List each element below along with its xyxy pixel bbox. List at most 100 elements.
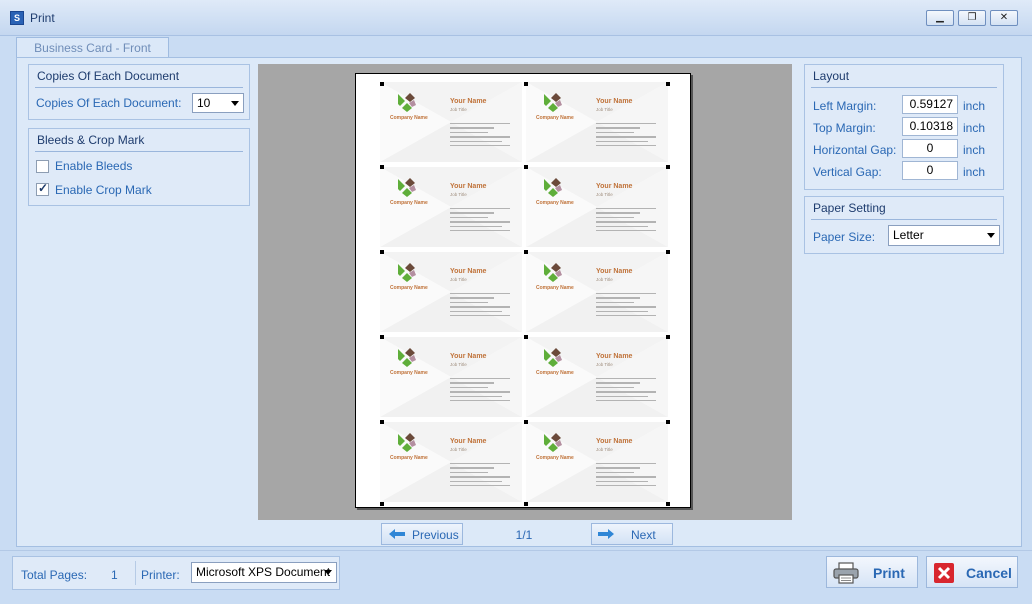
title-bar: S Print ▁ ❐ ✕ [0, 0, 1032, 36]
business-card-preview: Company Name Your Name Job Title [380, 252, 522, 332]
crop-mark [666, 250, 670, 254]
bleeds-group: Bleeds & Crop Mark Enable Bleeds Enable … [28, 128, 250, 206]
cancel-label: Cancel [966, 565, 1012, 581]
paper-size-select[interactable]: Letter [888, 225, 1000, 246]
crop-mark [380, 335, 384, 339]
crop-mark [524, 250, 528, 254]
chevron-down-icon [987, 233, 995, 238]
top-margin-input[interactable]: 0.10318 [902, 117, 958, 136]
crop-mark [524, 420, 528, 424]
card-job-title: Job Title [596, 192, 613, 197]
previous-button[interactable]: Previous [381, 523, 463, 545]
card-company-name: Company Name [390, 455, 428, 461]
company-logo-icon [544, 263, 562, 282]
company-logo-icon [398, 263, 416, 282]
card-contact-lines [450, 208, 510, 234]
arrow-left-icon [389, 529, 405, 539]
close-button[interactable]: ✕ [990, 10, 1018, 26]
card-company-name: Company Name [390, 115, 428, 121]
card-company-name: Company Name [536, 370, 574, 376]
total-pages-label: Total Pages: [21, 568, 88, 582]
divider [35, 151, 243, 152]
minimize-button[interactable]: ▁ [926, 10, 954, 26]
vertical-gap-input[interactable]: 0 [902, 161, 958, 180]
business-card-preview: Company Name Your Name Job Title [380, 422, 522, 502]
arrow-right-icon [598, 529, 614, 539]
company-logo-icon [544, 348, 562, 367]
printer-select[interactable]: Microsoft XPS Document [191, 562, 337, 583]
unit-label: inch [963, 121, 986, 135]
crop-mark [666, 335, 670, 339]
crop-mark [380, 420, 384, 424]
chevron-down-icon [231, 101, 239, 106]
crop-mark [666, 502, 670, 506]
copies-label: Copies Of Each Document: [36, 96, 182, 110]
total-pages-value: 1 [111, 568, 118, 582]
unit-label: inch [963, 99, 986, 113]
card-job-title: Job Title [450, 192, 467, 197]
business-card-preview: Company Name Your Name Job Title [526, 422, 668, 502]
card-name: Your Name [450, 268, 487, 275]
card-name: Your Name [596, 353, 633, 360]
chevron-down-icon [324, 570, 332, 575]
crop-mark [524, 82, 528, 86]
tab-business-card-front[interactable]: Business Card - Front [16, 37, 169, 58]
enable-bleeds-label[interactable]: Enable Bleeds [55, 159, 132, 173]
layout-group-title: Layout [813, 69, 850, 83]
enable-crop-mark-checkbox[interactable] [36, 181, 49, 196]
card-job-title: Job Title [450, 107, 467, 112]
print-button[interactable]: Print [826, 556, 918, 588]
previous-label: Previous [412, 528, 459, 542]
cancel-button[interactable]: Cancel [926, 556, 1018, 588]
cancel-icon [934, 563, 954, 583]
divider [811, 219, 997, 220]
business-card-preview: Company Name Your Name Job Title [526, 337, 668, 417]
business-card-preview: Company Name Your Name Job Title [380, 337, 522, 417]
left-margin-label: Left Margin: [813, 99, 877, 113]
horizontal-gap-input[interactable]: 0 [902, 139, 958, 158]
copies-select[interactable]: 10 [192, 93, 244, 113]
unit-label: inch [963, 165, 986, 179]
card-company-name: Company Name [390, 200, 428, 206]
card-contact-lines [596, 293, 656, 319]
card-contact-lines [450, 123, 510, 149]
card-job-title: Job Title [450, 277, 467, 282]
copies-group-title: Copies Of Each Document [37, 69, 180, 83]
next-button[interactable]: Next [591, 523, 673, 545]
crop-mark [524, 165, 528, 169]
divider [811, 87, 997, 88]
company-logo-icon [544, 93, 562, 112]
paper-size-label: Paper Size: [813, 230, 876, 244]
crop-mark [666, 82, 670, 86]
crop-mark [524, 502, 528, 506]
printer-value: Microsoft XPS Document [196, 565, 331, 579]
card-company-name: Company Name [536, 455, 574, 461]
restore-button[interactable]: ❐ [958, 10, 986, 26]
card-job-title: Job Title [450, 362, 467, 367]
page-indicator: 1/1 [515, 528, 533, 542]
card-contact-lines [450, 378, 510, 404]
card-company-name: Company Name [390, 370, 428, 376]
paper-setting-title: Paper Setting [813, 201, 886, 215]
card-job-title: Job Title [596, 447, 613, 452]
paper-size-value: Letter [893, 228, 924, 242]
enable-crop-mark-label[interactable]: Enable Crop Mark [55, 183, 152, 197]
printer-icon [833, 562, 859, 584]
card-company-name: Company Name [390, 285, 428, 291]
left-margin-input[interactable]: 0.59127 [902, 95, 958, 114]
card-contact-lines [596, 463, 656, 489]
business-card-preview: Company Name Your Name Job Title [380, 167, 522, 247]
unit-label: inch [963, 143, 986, 157]
divider [135, 561, 136, 585]
company-logo-icon [398, 433, 416, 452]
company-logo-icon [398, 93, 416, 112]
card-name: Your Name [596, 183, 633, 190]
enable-bleeds-checkbox[interactable] [36, 160, 49, 173]
app-icon: S [10, 11, 24, 25]
business-card-preview: Company Name Your Name Job Title [526, 252, 668, 332]
divider [35, 87, 243, 88]
card-name: Your Name [596, 438, 633, 445]
card-contact-lines [596, 123, 656, 149]
preview-page: Company Name Your Name Job Title Company Na… [355, 73, 691, 508]
paper-setting-group: Paper Setting Paper Size: Letter [804, 196, 1004, 254]
